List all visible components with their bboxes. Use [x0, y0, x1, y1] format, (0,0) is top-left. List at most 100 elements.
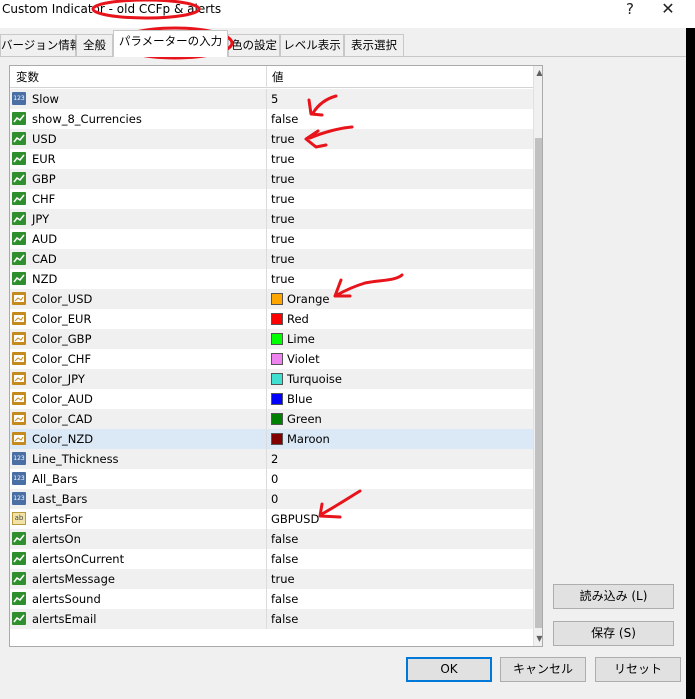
param-name: All_Bars — [32, 472, 78, 486]
cancel-button[interactable]: キャンセル — [500, 657, 586, 682]
title-bar: Custom Indicator - old CCFp & alerts ? ✕ — [0, 0, 695, 28]
tab-version-info[interactable]: バージョン情報 — [0, 34, 81, 56]
integer-type-icon: 123 — [12, 92, 26, 105]
tab-levels[interactable]: レベル表示 — [280, 34, 344, 56]
param-row-alertsoncurrent[interactable]: alertsOnCurrent false — [10, 549, 533, 569]
column-divider — [266, 129, 267, 149]
column-divider — [266, 609, 267, 629]
param-row-alertssound[interactable]: alertsSound false — [10, 589, 533, 609]
param-name: show_8_Currencies — [32, 112, 142, 126]
param-row-color-nzd[interactable]: Color_NZD Maroon — [10, 429, 533, 449]
integer-type-icon: 123 — [12, 472, 26, 485]
param-name: Line_Thickness — [32, 452, 119, 466]
param-row-usd[interactable]: USD true — [10, 129, 533, 149]
param-value[interactable]: false — [271, 612, 298, 626]
param-row-jpy[interactable]: JPY true — [10, 209, 533, 229]
param-value[interactable]: 0 — [271, 492, 278, 506]
integer-type-icon: 123 — [12, 492, 26, 505]
param-value[interactable]: GBPUSD — [271, 512, 319, 526]
param-value[interactable]: Maroon — [287, 432, 330, 446]
param-name: alertsFor — [32, 512, 83, 526]
param-row-all-bars[interactable]: 123 All_Bars 0 — [10, 469, 533, 489]
param-name: alertsOnCurrent — [32, 552, 125, 566]
param-row-last-bars[interactable]: 123 Last_Bars 0 — [10, 489, 533, 509]
scroll-up-icon[interactable]: ▲ — [534, 66, 542, 80]
param-row-alertsmessage[interactable]: alertsMessage true — [10, 569, 533, 589]
column-divider — [266, 529, 267, 549]
param-row-color-aud[interactable]: Color_AUD Blue — [10, 389, 533, 409]
tab-visualization[interactable]: 表示選択 — [344, 34, 404, 56]
save-button[interactable]: 保存 (S) — [553, 621, 674, 646]
param-value[interactable]: true — [271, 572, 295, 586]
vertical-scrollbar[interactable]: ▲ ▼ — [533, 66, 542, 646]
close-button[interactable]: ✕ — [650, 0, 686, 22]
header-variable[interactable]: 変数 — [16, 69, 39, 85]
param-name: Color_USD — [32, 292, 93, 306]
param-row-color-usd[interactable]: Color_USD Orange — [10, 289, 533, 309]
param-value[interactable]: Turquoise — [287, 372, 342, 386]
reset-button[interactable]: リセット — [595, 657, 681, 682]
param-row-chf[interactable]: CHF true — [10, 189, 533, 209]
param-value[interactable]: 5 — [271, 92, 278, 106]
scroll-down-icon[interactable]: ▼ — [534, 632, 542, 646]
param-row-aud[interactable]: AUD true — [10, 229, 533, 249]
color-swatch — [271, 293, 283, 305]
scroll-thumb[interactable] — [535, 138, 542, 628]
param-row-alertson[interactable]: alertsOn false — [10, 529, 533, 549]
param-row-line-thickness[interactable]: 123 Line_Thickness 2 — [10, 449, 533, 469]
param-row-color-jpy[interactable]: Color_JPY Turquoise — [10, 369, 533, 389]
param-row-show-8-currencies[interactable]: show_8_Currencies false — [10, 109, 533, 129]
color-swatch — [271, 353, 283, 365]
param-value[interactable]: 0 — [271, 472, 278, 486]
color-type-icon — [12, 392, 26, 405]
param-value[interactable]: true — [271, 212, 295, 226]
param-value[interactable]: Blue — [287, 392, 312, 406]
header-value[interactable]: 値 — [272, 69, 284, 85]
tab-input-parameters[interactable]: パラメーターの入力 — [113, 30, 228, 57]
param-row-alertsemail[interactable]: alertsEmail false — [10, 609, 533, 629]
param-row-nzd[interactable]: NZD true — [10, 269, 533, 289]
param-value[interactable]: true — [271, 252, 295, 266]
param-row-cad[interactable]: CAD true — [10, 249, 533, 269]
param-row-color-gbp[interactable]: Color_GBP Lime — [10, 329, 533, 349]
tab-general[interactable]: 全般 — [76, 34, 113, 56]
param-value[interactable]: false — [271, 532, 298, 546]
param-value[interactable]: Orange — [287, 292, 330, 306]
param-value[interactable]: Red — [287, 312, 309, 326]
param-row-color-cad[interactable]: Color_CAD Green — [10, 409, 533, 429]
param-name: Color_NZD — [32, 432, 94, 446]
color-type-icon — [12, 332, 26, 345]
param-value[interactable]: true — [271, 132, 295, 146]
param-name: Color_CAD — [32, 412, 93, 426]
load-button[interactable]: 読み込み (L) — [553, 584, 674, 609]
param-row-color-eur[interactable]: Color_EUR Red — [10, 309, 533, 329]
tab-colors[interactable]: 色の設定 — [228, 34, 280, 56]
param-name: CAD — [32, 252, 57, 266]
param-value[interactable]: true — [271, 272, 295, 286]
ok-button[interactable]: OK — [406, 657, 492, 682]
param-row-alertsfor[interactable]: ab alertsFor GBPUSD — [10, 509, 533, 529]
help-button[interactable]: ? — [612, 0, 648, 22]
param-value[interactable]: true — [271, 172, 295, 186]
param-name: JPY — [32, 212, 50, 226]
param-value[interactable]: false — [271, 112, 298, 126]
param-value[interactable]: Green — [287, 412, 322, 426]
param-value[interactable]: Violet — [287, 352, 320, 366]
param-value[interactable]: false — [271, 592, 298, 606]
color-swatch — [271, 313, 283, 325]
param-value[interactable]: true — [271, 232, 295, 246]
window-title-indicator-name: old CCFp & alerts — [116, 2, 222, 16]
param-value[interactable]: true — [271, 152, 295, 166]
param-value[interactable]: true — [271, 192, 295, 206]
param-row-color-chf[interactable]: Color_CHF Violet — [10, 349, 533, 369]
param-name: Color_GBP — [32, 332, 92, 346]
param-row-eur[interactable]: EUR true — [10, 149, 533, 169]
param-row-slow[interactable]: 123 Slow 5 — [10, 89, 533, 109]
param-value[interactable]: 2 — [271, 452, 278, 466]
boolean-type-icon — [12, 592, 26, 605]
column-divider — [266, 589, 267, 609]
param-value[interactable]: false — [271, 552, 298, 566]
column-divider — [266, 109, 267, 129]
param-row-gbp[interactable]: GBP true — [10, 169, 533, 189]
param-value[interactable]: Lime — [287, 332, 315, 346]
